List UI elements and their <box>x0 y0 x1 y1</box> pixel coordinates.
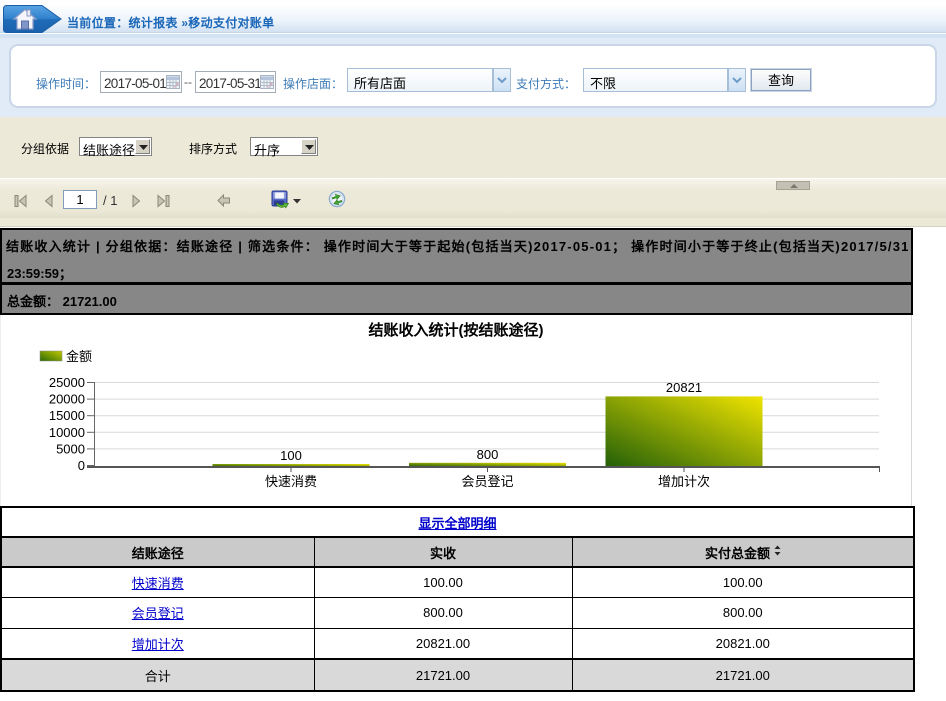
svg-text:20821: 20821 <box>666 380 702 395</box>
svg-text:会员登记: 会员登记 <box>461 474 513 489</box>
svg-text:5000: 5000 <box>56 441 85 456</box>
svg-text:100: 100 <box>280 448 302 463</box>
svg-text:快速消费: 快速消费 <box>265 474 317 489</box>
svg-text:20000: 20000 <box>49 392 85 407</box>
svg-text:金额: 金额 <box>66 349 92 364</box>
svg-text:增加计次: 增加计次 <box>658 474 710 489</box>
svg-text:800: 800 <box>477 447 499 462</box>
svg-text:25000: 25000 <box>49 375 85 390</box>
svg-text:10000: 10000 <box>49 425 85 440</box>
svg-text:0: 0 <box>78 458 85 473</box>
svg-text:15000: 15000 <box>49 408 85 423</box>
